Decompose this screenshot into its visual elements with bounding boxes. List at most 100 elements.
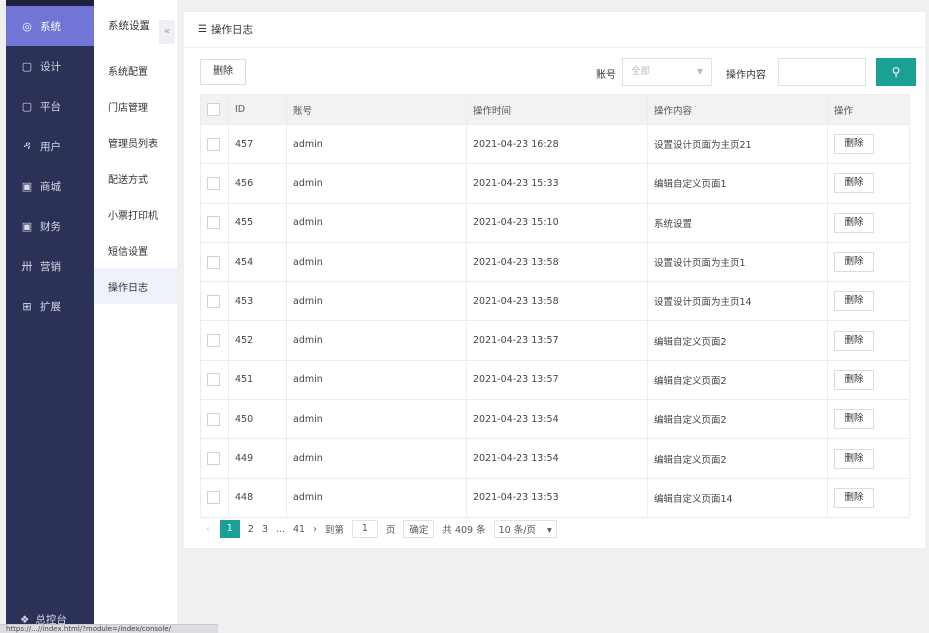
row-checkbox[interactable] bbox=[207, 373, 220, 387]
cell-id: 453 bbox=[228, 281, 287, 322]
sidebar-item[interactable]: ▢ 设计 bbox=[6, 46, 94, 86]
row-select-cell bbox=[200, 202, 229, 243]
row-checkbox[interactable] bbox=[207, 255, 220, 269]
sidebar-item[interactable]: ዳ 用户 bbox=[6, 126, 94, 166]
row-checkbox[interactable] bbox=[207, 491, 220, 505]
next-page-button[interactable]: › bbox=[313, 524, 317, 535]
account-select[interactable]: 全部 ▼ bbox=[622, 58, 712, 86]
row-checkbox[interactable] bbox=[207, 137, 220, 151]
gear-icon: ◎ bbox=[22, 19, 32, 33]
row-delete-button[interactable]: 删除 bbox=[834, 330, 874, 351]
cell-time: 2021-04-23 13:58 bbox=[466, 241, 648, 283]
log-table: ID 账号 操作时间 操作内容 操作 457 admin 2021-04-23 16… bbox=[200, 94, 910, 518]
row-delete-button[interactable]: 删除 bbox=[834, 252, 874, 273]
row-delete-button[interactable]: 删除 bbox=[834, 173, 874, 194]
page-41-button[interactable]: 41 bbox=[293, 524, 305, 535]
account-filter-label: 账号 bbox=[596, 70, 616, 81]
page-unit-label: 页 bbox=[385, 525, 396, 536]
cell-content: 编辑自定义页面2 bbox=[647, 438, 828, 479]
row-select-cell bbox=[200, 241, 229, 283]
list-icon: ☰ bbox=[198, 24, 207, 35]
row-delete-button[interactable]: 删除 bbox=[834, 487, 874, 508]
search-button[interactable]: ⚲ bbox=[876, 58, 916, 86]
sidebar-item[interactable]: ▣ 财务 bbox=[6, 206, 94, 246]
row-delete-button[interactable]: 删除 bbox=[834, 212, 874, 233]
row-select-cell bbox=[200, 399, 229, 440]
main-sidebar: ◎ 系统 ▢ 设计 ▢ 平台 ዳ 用户 ▣ 商城 ▣ 财务卅营销 ⊞ 扩展 ❖ 总控台 bbox=[6, 0, 94, 633]
goto-label: 到第 bbox=[324, 525, 344, 536]
submenu-item[interactable]: 管理员列表 bbox=[94, 124, 177, 160]
goto-confirm-button[interactable]: 确定 bbox=[403, 520, 435, 538]
batch-delete-button[interactable]: 删除 bbox=[200, 59, 246, 85]
submenu-item[interactable]: 配送方式 bbox=[94, 160, 177, 196]
cell-time: 2021-04-23 15:10 bbox=[466, 202, 648, 243]
page-3-button[interactable]: 3 bbox=[262, 524, 268, 535]
cell-account: admin bbox=[286, 163, 467, 204]
row-delete-button[interactable]: 删除 bbox=[834, 409, 874, 430]
table-row: 451 admin 2021-04-23 13:57 编辑自定义页面2 删除 bbox=[200, 359, 910, 401]
chevron-down-icon: ▼ bbox=[696, 67, 703, 76]
cell-time: 2021-04-23 13:54 bbox=[466, 438, 648, 479]
goto-page-input[interactable]: 1 bbox=[351, 520, 378, 538]
sidebar-item[interactable]: ◎ 系统 bbox=[6, 6, 94, 46]
select-all-checkbox[interactable] bbox=[207, 103, 220, 116]
page-2-button[interactable]: 2 bbox=[248, 524, 254, 535]
sidebar-item[interactable]: 卅营销 bbox=[6, 246, 94, 286]
row-select-cell bbox=[200, 438, 229, 479]
row-select-cell bbox=[200, 477, 229, 518]
row-delete-button[interactable]: 删除 bbox=[834, 369, 874, 390]
sidebar-item[interactable]: ⊞ 扩展 bbox=[6, 286, 94, 326]
cell-id: 457 bbox=[228, 123, 287, 165]
cell-content: 设置设计页面为主页21 bbox=[647, 123, 828, 165]
sidebar-item[interactable]: ▣ 商城 bbox=[6, 166, 94, 206]
row-delete-button[interactable]: 删除 bbox=[834, 448, 874, 469]
row-delete-button[interactable]: 删除 bbox=[834, 134, 874, 155]
sidebar-item-label: 用户 bbox=[40, 140, 61, 153]
submenu-item[interactable]: 门店管理 bbox=[94, 88, 177, 124]
row-checkbox[interactable] bbox=[207, 294, 220, 308]
cell-id: 450 bbox=[228, 399, 287, 440]
row-delete-button[interactable]: 删除 bbox=[834, 291, 874, 312]
submenu-item[interactable]: 操作日志 bbox=[94, 268, 177, 304]
main-content: ☰ 操作日志 删除 账号 全部 ▼ 操作内容 ⚲ ID 账号 操作时间 操作内容… bbox=[177, 0, 929, 633]
mall-icon: ▣ bbox=[21, 179, 33, 193]
cell-action: 删除 bbox=[827, 123, 910, 165]
panel-header: ☰ 操作日志 bbox=[184, 12, 925, 48]
sidebar-item[interactable]: ▢ 平台 bbox=[6, 86, 94, 126]
cell-id: 454 bbox=[228, 241, 287, 283]
col-action: 操作 bbox=[827, 94, 910, 125]
page-ellipsis: ... bbox=[275, 523, 285, 535]
table-row: 456 admin 2021-04-23 15:33 编辑自定义页面1 删除 bbox=[200, 163, 910, 204]
filter-toolbar: 删除 账号 全部 ▼ 操作内容 ⚲ bbox=[200, 58, 925, 88]
row-select-cell bbox=[200, 281, 229, 322]
cell-account: admin bbox=[286, 320, 467, 361]
table-header-row: ID 账号 操作时间 操作内容 操作 bbox=[200, 94, 910, 125]
pagination: ‹ 1 2 3 ... 41 › 到第 1 页 确定 共 409 条 10 条/… bbox=[200, 518, 565, 540]
submenu-header: 系统设置 « bbox=[94, 0, 177, 52]
row-checkbox[interactable] bbox=[207, 334, 220, 348]
cell-time: 2021-04-23 13:57 bbox=[466, 320, 648, 361]
cell-id: 449 bbox=[228, 438, 287, 479]
row-checkbox[interactable] bbox=[207, 452, 220, 466]
row-select-cell bbox=[200, 163, 229, 204]
collapse-menu-button[interactable]: « bbox=[159, 20, 175, 44]
operation-log-panel: ☰ 操作日志 删除 账号 全部 ▼ 操作内容 ⚲ ID 账号 操作时间 操作内容… bbox=[184, 12, 925, 548]
total-count: 共 409 条 bbox=[442, 525, 486, 536]
submenu-item[interactable]: 系统配置 bbox=[94, 52, 177, 88]
cell-content: 编辑自定义页面14 bbox=[647, 477, 828, 518]
submenu-item[interactable]: 短信设置 bbox=[94, 232, 177, 268]
content-search-input[interactable] bbox=[778, 58, 866, 86]
prev-page-button[interactable]: ‹ bbox=[206, 524, 210, 535]
row-checkbox[interactable] bbox=[207, 176, 220, 190]
page-1-button[interactable]: 1 bbox=[219, 520, 240, 538]
cell-account: admin bbox=[286, 477, 467, 518]
cell-action: 删除 bbox=[827, 359, 910, 401]
submenu-title: 系统设置 bbox=[108, 20, 150, 32]
row-checkbox[interactable] bbox=[207, 216, 220, 230]
submenu-item[interactable]: 小票打印机 bbox=[94, 196, 177, 232]
page-size-value: 10 条/页 bbox=[498, 525, 536, 536]
sidebar-item-label: 平台 bbox=[40, 100, 61, 113]
page-size-select[interactable]: 10 条/页 ▾ bbox=[493, 520, 557, 538]
col-time: 操作时间 bbox=[466, 94, 648, 125]
row-checkbox[interactable] bbox=[207, 412, 220, 426]
